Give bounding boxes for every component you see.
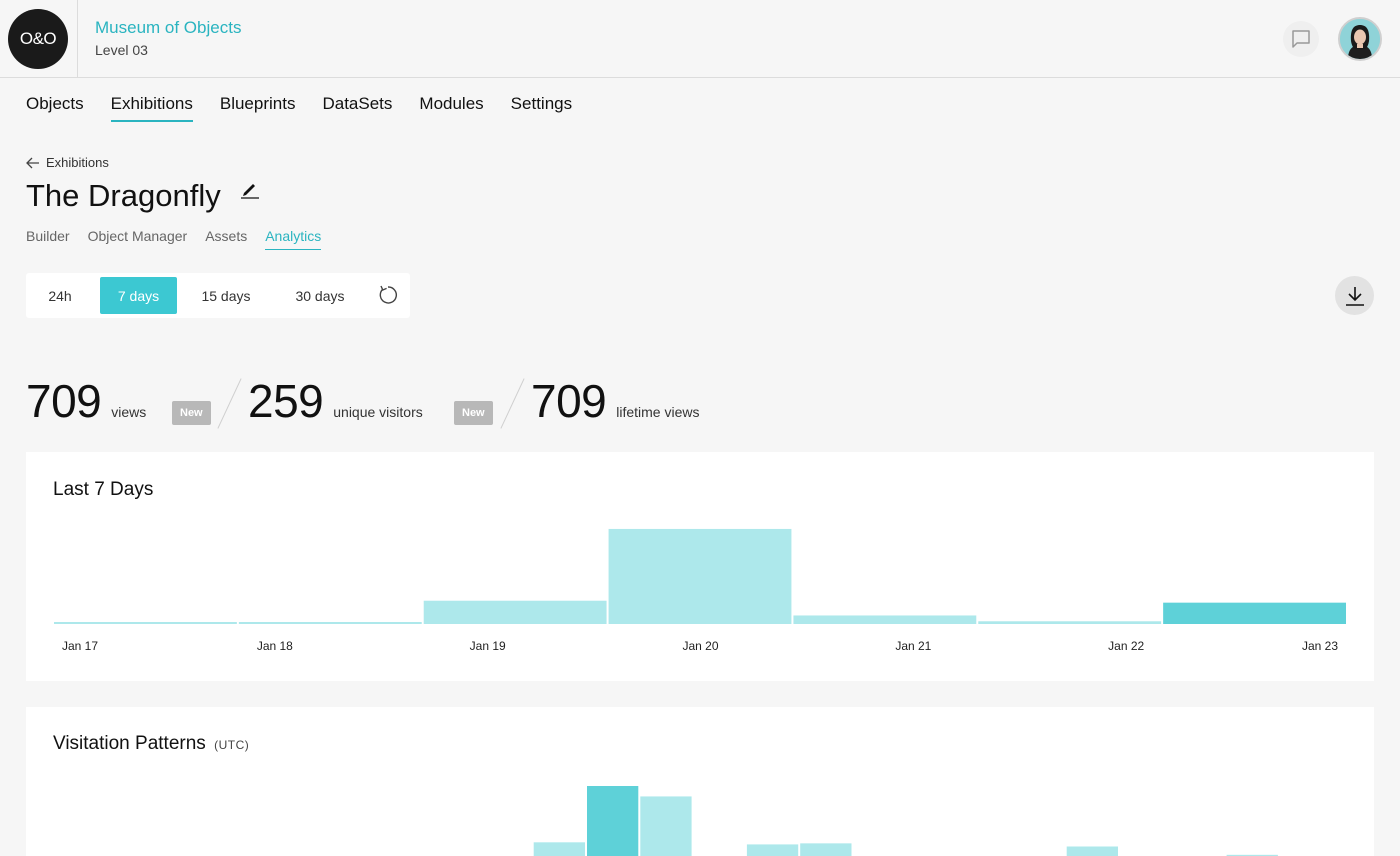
x-tick-label: Jan 19 — [470, 639, 506, 653]
org-name[interactable]: Museum of Objects — [95, 18, 241, 38]
views-count: 709 — [26, 375, 102, 427]
lifetime-views-count: 709 — [531, 375, 607, 427]
top-bar: O&O Museum of Objects Level 03 — [0, 0, 1400, 78]
tab-object-manager[interactable]: Object Manager — [88, 228, 188, 248]
visitation-patterns-chart — [533, 786, 1278, 856]
bar-jan-19[interactable] — [423, 600, 607, 624]
tab-analytics[interactable]: Analytics — [265, 228, 322, 250]
bar-jan-20[interactable] — [608, 528, 792, 624]
nav-objects[interactable]: Objects — [26, 94, 84, 120]
header-divider — [77, 0, 78, 78]
main-nav: Objects Exhibitions Blueprints DataSets … — [26, 94, 599, 122]
bar-jan-23[interactable] — [1163, 602, 1346, 624]
lifetime-views-label: lifetime views — [616, 404, 700, 420]
range-24h-button[interactable]: 24h — [30, 277, 90, 314]
back-to-exhibitions-link[interactable]: Exhibitions — [26, 155, 109, 170]
x-tick-label: Jan 20 — [682, 639, 718, 653]
hour-bar[interactable] — [533, 842, 585, 856]
range-30days-button[interactable]: 30 days — [278, 277, 362, 314]
exhibition-tabs: Builder Object Manager Assets Analytics — [26, 228, 339, 250]
bar-jan-21[interactable] — [793, 615, 977, 624]
tab-builder[interactable]: Builder — [26, 228, 70, 248]
refresh-button[interactable] — [376, 283, 400, 312]
hour-bar[interactable] — [800, 843, 852, 856]
download-icon — [1345, 286, 1364, 306]
unique-new-badge: New — [454, 401, 493, 425]
stat-views: 709 views — [26, 374, 146, 428]
unique-visitors-count: 259 — [248, 375, 324, 427]
views-label: views — [111, 404, 147, 420]
hour-bar[interactable] — [1066, 846, 1118, 856]
last-7-days-chart: Jan 17 Jan 18 Jan 19 Jan 20 Jan 21 Jan 22 Jan … — [54, 528, 1346, 653]
x-tick-label: Jan 22 — [1108, 639, 1144, 653]
x-tick-label: Jan 21 — [895, 639, 931, 653]
views-new-badge: New — [172, 401, 211, 425]
bar-jan-17[interactable] — [54, 622, 237, 624]
stat-lifetime-views: 709 lifetime views — [531, 374, 700, 428]
nav-exhibitions[interactable]: Exhibitions — [110, 94, 194, 122]
download-button[interactable] — [1335, 276, 1374, 315]
pencil-icon — [241, 184, 259, 199]
unique-visitors-label: unique visitors — [333, 404, 423, 420]
stat-divider — [217, 378, 242, 429]
org-level: Level 03 — [95, 42, 148, 58]
bar-jan-18[interactable] — [238, 622, 422, 624]
user-avatar[interactable] — [1338, 17, 1382, 61]
visitation-patterns-card: Visitation Patterns (UTC) — [26, 707, 1374, 856]
messages-button[interactable] — [1283, 21, 1319, 57]
x-tick-label: Jan 23 — [1302, 639, 1338, 653]
bar-jan-22[interactable] — [978, 621, 1162, 624]
avatar-image — [1340, 19, 1380, 59]
stat-divider — [500, 378, 525, 429]
hour-bar[interactable] — [746, 844, 799, 856]
nav-settings[interactable]: Settings — [511, 94, 572, 120]
last-7-days-card: Last 7 Days Jan 17 Jan 18 Jan 19 Jan 20 Jan … — [26, 452, 1374, 681]
range-7days-button[interactable]: 7 days — [100, 277, 177, 314]
nav-blueprints[interactable]: Blueprints — [220, 94, 296, 120]
org-logo[interactable]: O&O — [8, 9, 68, 69]
page-title: The Dragonfly — [26, 178, 221, 213]
hour-bar[interactable] — [587, 786, 639, 856]
tab-assets[interactable]: Assets — [205, 228, 247, 248]
nav-modules[interactable]: Modules — [419, 94, 483, 120]
stat-unique-visitors: 259 unique visitors — [248, 374, 423, 428]
range-15days-button[interactable]: 15 days — [186, 277, 266, 314]
edit-title-button[interactable] — [240, 181, 260, 204]
hour-bar[interactable] — [640, 796, 692, 856]
arrow-left-icon — [26, 157, 39, 168]
chat-icon — [1292, 30, 1310, 48]
x-tick-label: Jan 17 — [62, 639, 98, 653]
back-link-label: Exhibitions — [46, 155, 109, 170]
x-tick-label: Jan 18 — [257, 639, 293, 653]
time-range-selector: 24h 7 days 15 days 30 days — [26, 273, 410, 318]
refresh-icon — [379, 285, 397, 304]
nav-datasets[interactable]: DataSets — [322, 94, 392, 120]
